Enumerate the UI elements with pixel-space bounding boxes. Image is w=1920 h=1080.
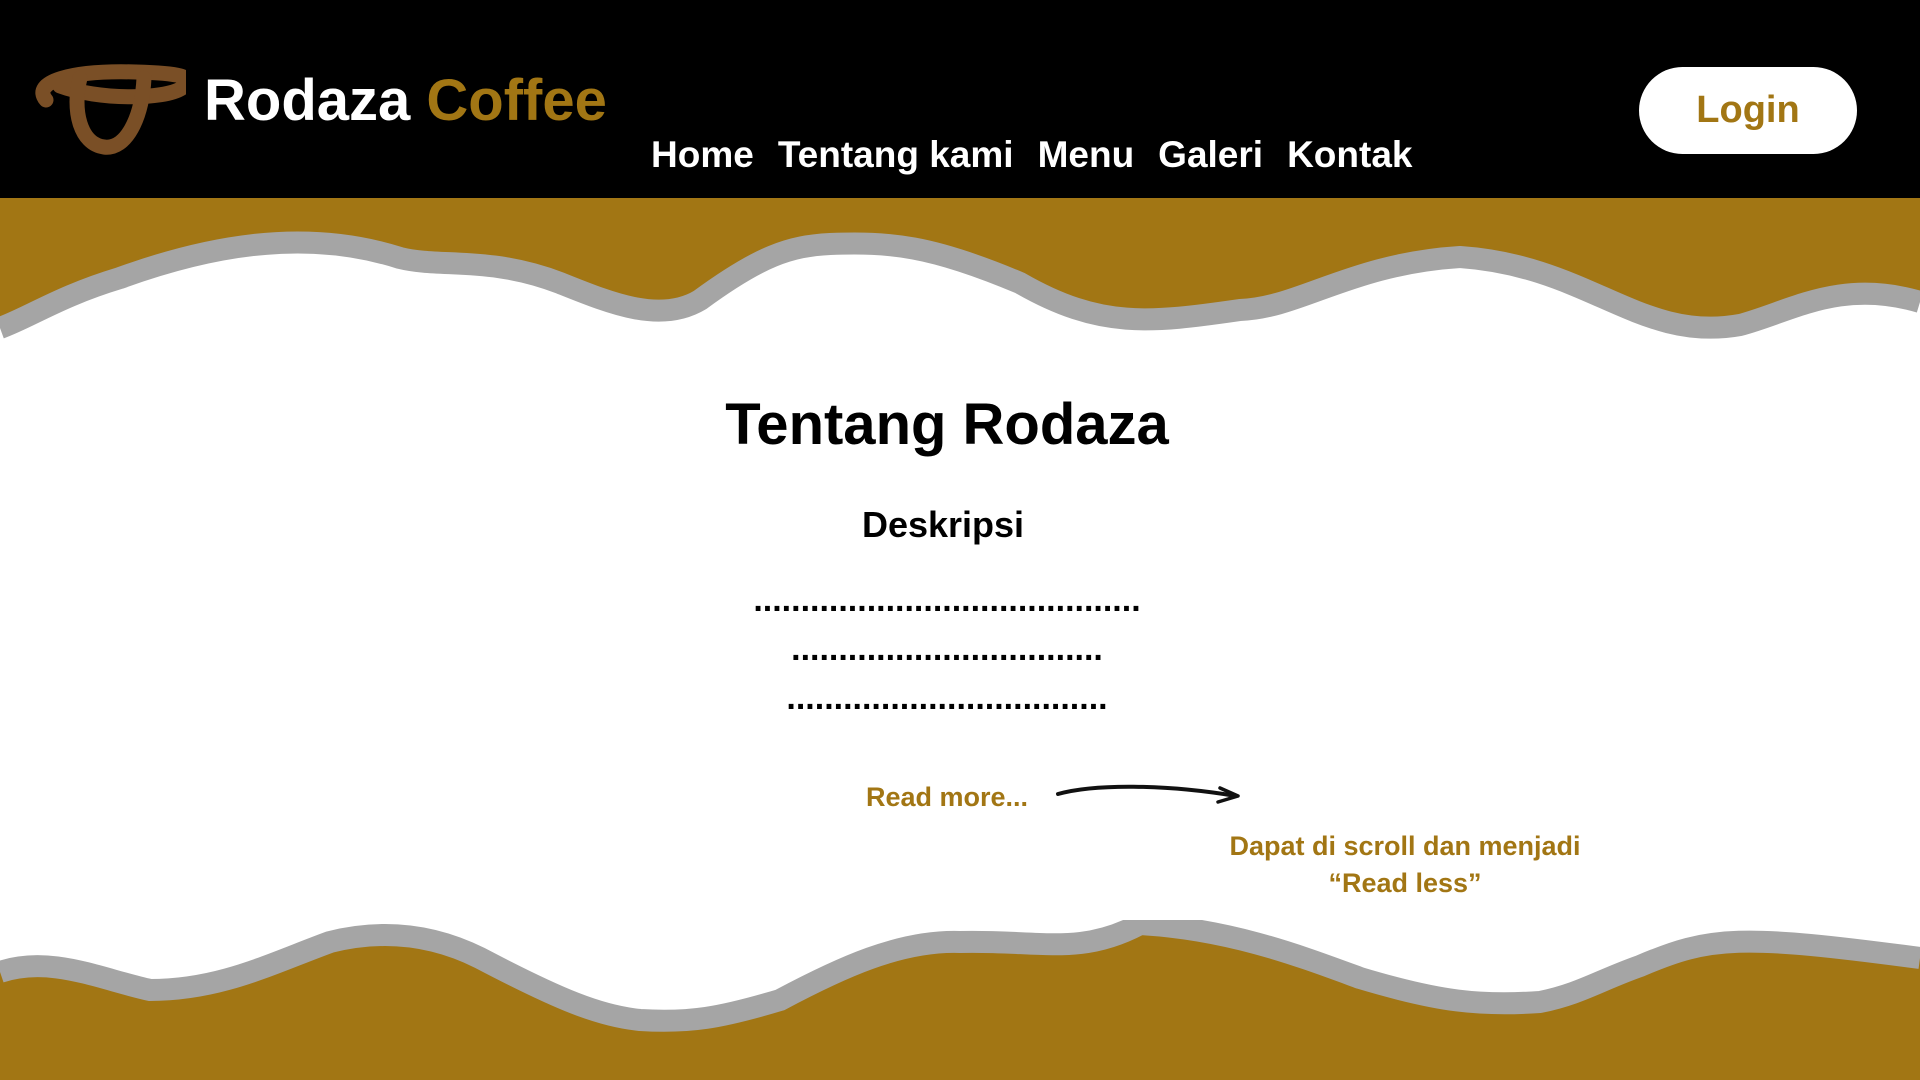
- brand-name-primary: Rodaza: [204, 68, 411, 133]
- bottom-wave-decoration: [0, 920, 1920, 1080]
- nav-item-galeri[interactable]: Galeri: [1158, 130, 1263, 180]
- nav-item-menu[interactable]: Menu: [1038, 130, 1135, 180]
- login-button[interactable]: Login: [1639, 67, 1857, 154]
- page-title: Tentang Rodaza: [725, 392, 1169, 457]
- annotation-note: Dapat di scroll dan menjadi “Read less”: [1229, 831, 1581, 898]
- nav-item-kontak[interactable]: Kontak: [1287, 130, 1412, 180]
- brand-name-secondary: Coffee: [426, 68, 607, 133]
- header-bar: Rodaza Coffee Home Tentang kami Menu Gal…: [0, 0, 1920, 198]
- brand-name[interactable]: Rodaza Coffee: [204, 66, 607, 136]
- page: Rodaza Coffee Home Tentang kami Menu Gal…: [0, 0, 1920, 1080]
- nav-item-home[interactable]: Home: [651, 130, 754, 180]
- annotation-arrow-icon: [1056, 784, 1240, 804]
- section-subtitle: Deskripsi: [861, 504, 1025, 545]
- coffee-bean-logo-icon: [35, 64, 186, 155]
- description-line: ..................................: [786, 679, 1108, 717]
- description-line: ........................................…: [753, 581, 1141, 619]
- description-line: .................................: [791, 630, 1103, 668]
- top-wave-decoration: [0, 198, 1920, 339]
- main-nav: Home Tentang kami Menu Galeri Kontak: [651, 130, 1412, 180]
- nav-item-tentang-kami[interactable]: Tentang kami: [778, 130, 1014, 180]
- read-more-link[interactable]: Read more...: [866, 780, 1028, 814]
